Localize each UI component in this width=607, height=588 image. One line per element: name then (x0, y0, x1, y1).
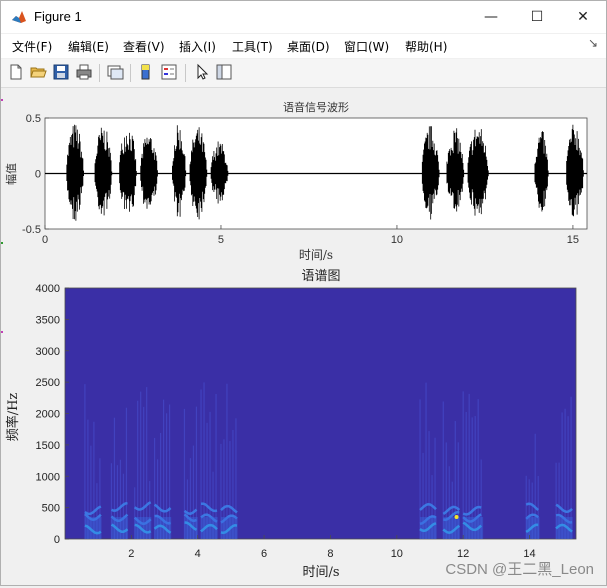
spectrogram-energy-band (420, 517, 437, 539)
spectrogram-energy-band (134, 517, 152, 539)
spectrogram-xtick-label: 2 (128, 548, 134, 560)
spectrogram-xtick-label: 4 (195, 548, 201, 560)
spectrogram-energy-band (526, 517, 540, 539)
spectrogram-energy-band (556, 517, 573, 539)
menu-file[interactable]: 文件(F) (12, 38, 52, 55)
spectrogram-ytick-label: 0 (54, 534, 60, 546)
print-icon[interactable] (75, 63, 93, 81)
legend-icon[interactable] (160, 63, 178, 81)
waveform-xtick-label: 10 (391, 234, 403, 246)
spectrogram-ytick-label: 3000 (36, 346, 60, 358)
link-plot-icon[interactable] (106, 63, 124, 81)
menu-window[interactable]: 窗口(W) (344, 38, 389, 55)
spectrogram-xtick-label: 12 (457, 548, 469, 560)
menu-insert[interactable]: 插入(I) (179, 38, 216, 55)
spectrogram-energy-band (111, 517, 129, 539)
spectrogram-ylabel: 频率/Hz (5, 393, 21, 442)
spectrogram-title: 语谱图 (301, 269, 340, 284)
spectrogram-ytick-label: 500 (42, 503, 60, 515)
spectrogram-energy-band (84, 517, 102, 539)
spectrogram-ytick-label: 4000 (36, 283, 60, 295)
matlab-app-icon (12, 11, 26, 23)
menu-view[interactable]: 查看(V) (123, 38, 165, 55)
menu-bar: 文件(F) 编辑(E) 查看(V) 插入(I) 工具(T) 桌面(D) 窗口(W… (1, 34, 606, 58)
open-folder-icon[interactable] (29, 63, 47, 81)
spectrogram-energy-band (184, 517, 198, 539)
spectrogram-energy-band (463, 517, 484, 539)
spectrogram-energy-band (154, 517, 172, 539)
spectrogram-ytick-label: 3500 (36, 314, 60, 326)
property-editor-icon[interactable] (215, 63, 233, 81)
window-title: Figure 1 (34, 9, 82, 24)
spectrogram-energy-band (201, 517, 218, 539)
waveform-xtick-label: 5 (218, 234, 224, 246)
title-bar: Figure 1 — ☐ ✕ (1, 1, 606, 33)
waveform-xtick-label: 0 (42, 234, 48, 246)
plots-svg: 语音信号波形 时间/s 幅值 0 5 10 15-0.500.5 语谱图 时间/s 频… (5, 100, 594, 580)
spectrogram-axes[interactable]: 语谱图 时间/s 频率/Hz 2 4 6 8 10 12 14 0 500 1000 1500 200… (5, 269, 577, 580)
minimize-button[interactable]: — (468, 1, 514, 33)
spectrogram-xtick-label: 14 (523, 548, 535, 560)
spectrogram-xtick-label: 10 (391, 548, 403, 560)
toolbar-separator (99, 64, 100, 82)
figure-canvas: 语音信号波形 时间/s 幅值 0 5 10 15 -0.5 0 0.5 语谱图 时间/s 频… (3, 89, 604, 585)
waveform-ytick-label: -0.5 (22, 224, 41, 236)
spectrogram-ytick-label: 1500 (36, 440, 60, 452)
menu-tools[interactable]: 工具(T) (232, 38, 273, 55)
colorbar-icon[interactable] (137, 63, 155, 81)
waveform-axes[interactable]: 语音信号波形 时间/s 幅值 0 5 10 15-0.500.5 (5, 100, 588, 262)
waveform-title: 语音信号波形 (283, 100, 349, 114)
menu-desktop[interactable]: 桌面(D) (287, 38, 330, 55)
waveform-xlabel: 时间/s (299, 248, 333, 262)
menu-overflow-arrow-icon[interactable]: ↘ (588, 36, 598, 50)
waveform-ytick-label: 0 (35, 169, 41, 181)
spectrogram-ytick-label: 1000 (36, 471, 60, 483)
spectrogram-hot-spot (454, 515, 459, 520)
waveform-ylabel: 幅值 (5, 163, 18, 185)
new-file-icon[interactable] (7, 63, 25, 81)
pointer-icon[interactable] (193, 63, 211, 81)
toolbar-separator (185, 64, 186, 82)
figure-toolbar (1, 59, 606, 88)
spectrogram-xtick-label: 8 (327, 548, 333, 560)
spectrogram-plot-area[interactable] (64, 287, 577, 540)
menu-help[interactable]: 帮助(H) (405, 38, 447, 55)
figure-window: Figure 1 — ☐ ✕ 文件(F) 编辑(E) 查看(V) 插入(I) 工… (0, 0, 607, 586)
waveform-xtick-label: 15 (567, 234, 579, 246)
maximize-button[interactable]: ☐ (514, 1, 560, 33)
spectrogram-energy-band (443, 517, 460, 539)
spectrogram-energy-band (220, 517, 238, 539)
csdn-watermark: CSDN @王二黑_Leon (445, 561, 594, 578)
toolbar-separator (130, 64, 131, 82)
spectrogram-ytick-label: 2500 (36, 377, 60, 389)
waveform-ytick-label: 0.5 (26, 113, 41, 125)
menu-edit[interactable]: 编辑(E) (68, 38, 109, 55)
spectrogram-xlabel: 时间/s (302, 565, 339, 580)
save-icon[interactable] (52, 63, 70, 81)
spectrogram-ytick-label: 2000 (36, 409, 60, 421)
spectrogram-xtick-label: 6 (261, 548, 267, 560)
close-button[interactable]: ✕ (560, 1, 606, 33)
